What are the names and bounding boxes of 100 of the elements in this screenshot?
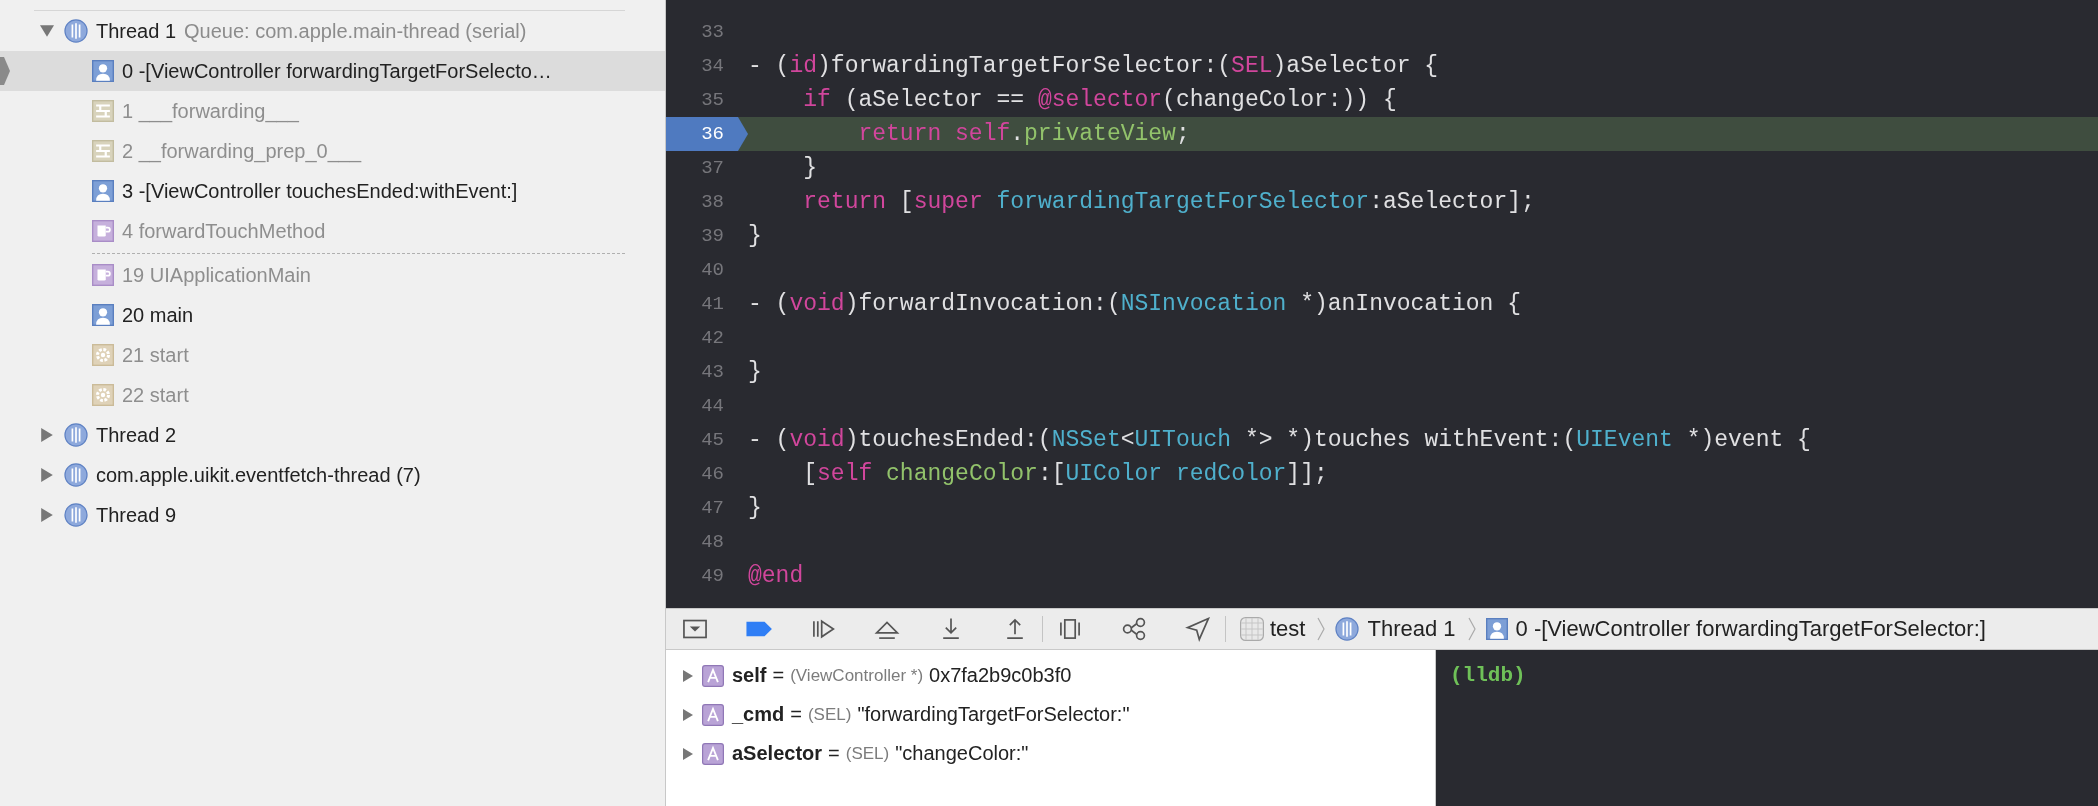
- line-number: 40: [700, 259, 725, 281]
- frame-label: 3 -[ViewController touchesEnded:withEvent:]: [122, 179, 518, 203]
- line-number: 33: [700, 21, 725, 43]
- debug-console[interactable]: (lldb): [1436, 650, 2098, 806]
- variable-name: aSelector: [732, 742, 823, 765]
- code-token: UIColor redColor: [1065, 461, 1287, 487]
- code-token: *)anInvocation {: [1300, 291, 1521, 317]
- chevron-icon: [1317, 616, 1326, 642]
- code-token: - (: [748, 53, 790, 79]
- thread-icon: [64, 423, 88, 447]
- stack-frame-row[interactable]: 20 main: [0, 295, 665, 335]
- cup-icon: [92, 264, 114, 286]
- frame-label: 20 main: [122, 303, 194, 327]
- code-token: return: [803, 189, 887, 215]
- code-token: self: [817, 461, 873, 487]
- code-token: if: [803, 87, 831, 113]
- code-token: void: [789, 291, 845, 317]
- code-token: SEL: [1231, 53, 1273, 79]
- stack-frame-row[interactable]: 0 -[ViewController forwardingTargetForSelecto…: [0, 51, 665, 91]
- disclosure-triangle-icon[interactable]: [40, 508, 54, 522]
- equals-sign: =: [772, 664, 785, 687]
- disclosure-triangle-icon[interactable]: [40, 468, 54, 482]
- memory-graph-icon[interactable]: [1121, 616, 1147, 642]
- code-token: id: [789, 53, 818, 79]
- line-number: 39: [700, 225, 725, 247]
- breadcrumb-item[interactable]: test: [1270, 616, 1306, 642]
- code-token: }: [748, 495, 762, 521]
- thread-icon: [64, 19, 88, 43]
- disclosure-triangle-icon[interactable]: [40, 428, 54, 442]
- variable-type: (ViewController *): [790, 665, 924, 686]
- code-token: changeColor: [886, 461, 1038, 487]
- code-token: super: [913, 189, 983, 215]
- variable-value: 0x7fa2b9c0b3f0: [929, 664, 1072, 687]
- line-number: 35: [700, 89, 725, 111]
- code-token: )touchesEnded:(: [844, 427, 1052, 453]
- code-token: ]];: [1286, 461, 1328, 487]
- code-token: [: [803, 461, 818, 487]
- person-icon: [92, 60, 114, 82]
- variable-name: self: [732, 664, 767, 687]
- line-number: 47: [700, 497, 725, 519]
- frame-label: 1 ___forwarding___: [122, 99, 299, 123]
- thread-icon: [64, 463, 88, 487]
- app-icon: [1240, 617, 1264, 641]
- variable-name: _cmd: [732, 703, 785, 726]
- code-token: forwardingTargetForSelector: [996, 189, 1370, 215]
- code-token: }: [748, 359, 762, 385]
- code-token: :[: [1037, 461, 1066, 487]
- code-token: return self: [858, 121, 1011, 147]
- code-token: :aSelector];: [1369, 189, 1535, 215]
- code-token: )aSelector {: [1272, 53, 1439, 79]
- breadcrumb-item[interactable]: Thread 1: [1367, 616, 1456, 642]
- location-arrow-icon[interactable]: [1185, 616, 1211, 642]
- breadcrumb-item[interactable]: 0 -[ViewController forwardingTargetForSelector:]: [1515, 616, 1986, 642]
- code-token: .: [1010, 121, 1025, 147]
- thread-name[interactable]: Thread 2: [96, 423, 177, 447]
- code-token: }: [803, 155, 818, 181]
- code-token: (aSelector ==: [844, 87, 1026, 113]
- disclosure-triangle-icon[interactable]: [40, 24, 54, 38]
- frame-label: 4 forwardTouchMethod: [122, 219, 326, 243]
- frame-label: 21 start: [122, 343, 189, 367]
- code-token: (changeColor:)) {: [1162, 87, 1397, 113]
- code-token: void: [789, 427, 845, 453]
- line-number: 43: [700, 361, 725, 383]
- thread-name[interactable]: Thread 1: [96, 19, 177, 43]
- code-token: *> *)touches withEvent:(: [1244, 427, 1577, 453]
- frame-label: 0 -[ViewController forwardingTargetForSelecto…: [122, 59, 552, 83]
- code-token: privateView: [1024, 121, 1176, 147]
- stack-frame-row[interactable]: 3 -[ViewController touchesEnded:withEvent:]: [0, 171, 665, 211]
- line-number: 38: [700, 191, 725, 213]
- frame-label: 2 __forwarding_prep_0___: [122, 139, 362, 163]
- disclosure-triangle-icon[interactable]: [682, 669, 694, 682]
- code-token: @end: [748, 563, 804, 589]
- disclosure-triangle-icon[interactable]: [682, 708, 694, 721]
- gear-icon: [92, 344, 114, 366]
- frame-label: 19 UIApplicationMain: [122, 263, 311, 287]
- frame-label: 22 start: [122, 383, 189, 407]
- chevron-icon: [1467, 616, 1476, 642]
- cup-icon: [92, 220, 114, 242]
- grid-icon: [92, 140, 114, 162]
- thread-name[interactable]: Thread 9: [96, 503, 177, 527]
- code-token: - (: [748, 291, 790, 317]
- current-frame-marker-icon: [0, 57, 10, 85]
- code-token: NSInvocation: [1120, 291, 1287, 317]
- code-token: UIEvent: [1576, 427, 1673, 453]
- thread-icon: [1335, 617, 1360, 641]
- code-token: - (: [748, 427, 790, 453]
- line-number: 44: [700, 395, 725, 417]
- equals-sign: =: [828, 742, 840, 765]
- code-token: )forwardingTargetForSelector:(: [817, 53, 1232, 79]
- disclosure-triangle-icon[interactable]: [682, 747, 694, 760]
- variable-type: (SEL): [845, 743, 890, 764]
- code-token: <: [1120, 427, 1135, 453]
- code-token: NSSet: [1051, 427, 1121, 453]
- person-icon: [92, 304, 114, 326]
- code-token: *)event {: [1686, 427, 1811, 453]
- code-token: UITouch: [1134, 427, 1232, 453]
- variable-icon: [702, 703, 724, 726]
- view-hierarchy-icon[interactable]: [1057, 616, 1083, 642]
- thread-name[interactable]: com.apple.uikit.eventfetch-thread (7): [96, 463, 421, 487]
- line-number: 49: [700, 565, 725, 587]
